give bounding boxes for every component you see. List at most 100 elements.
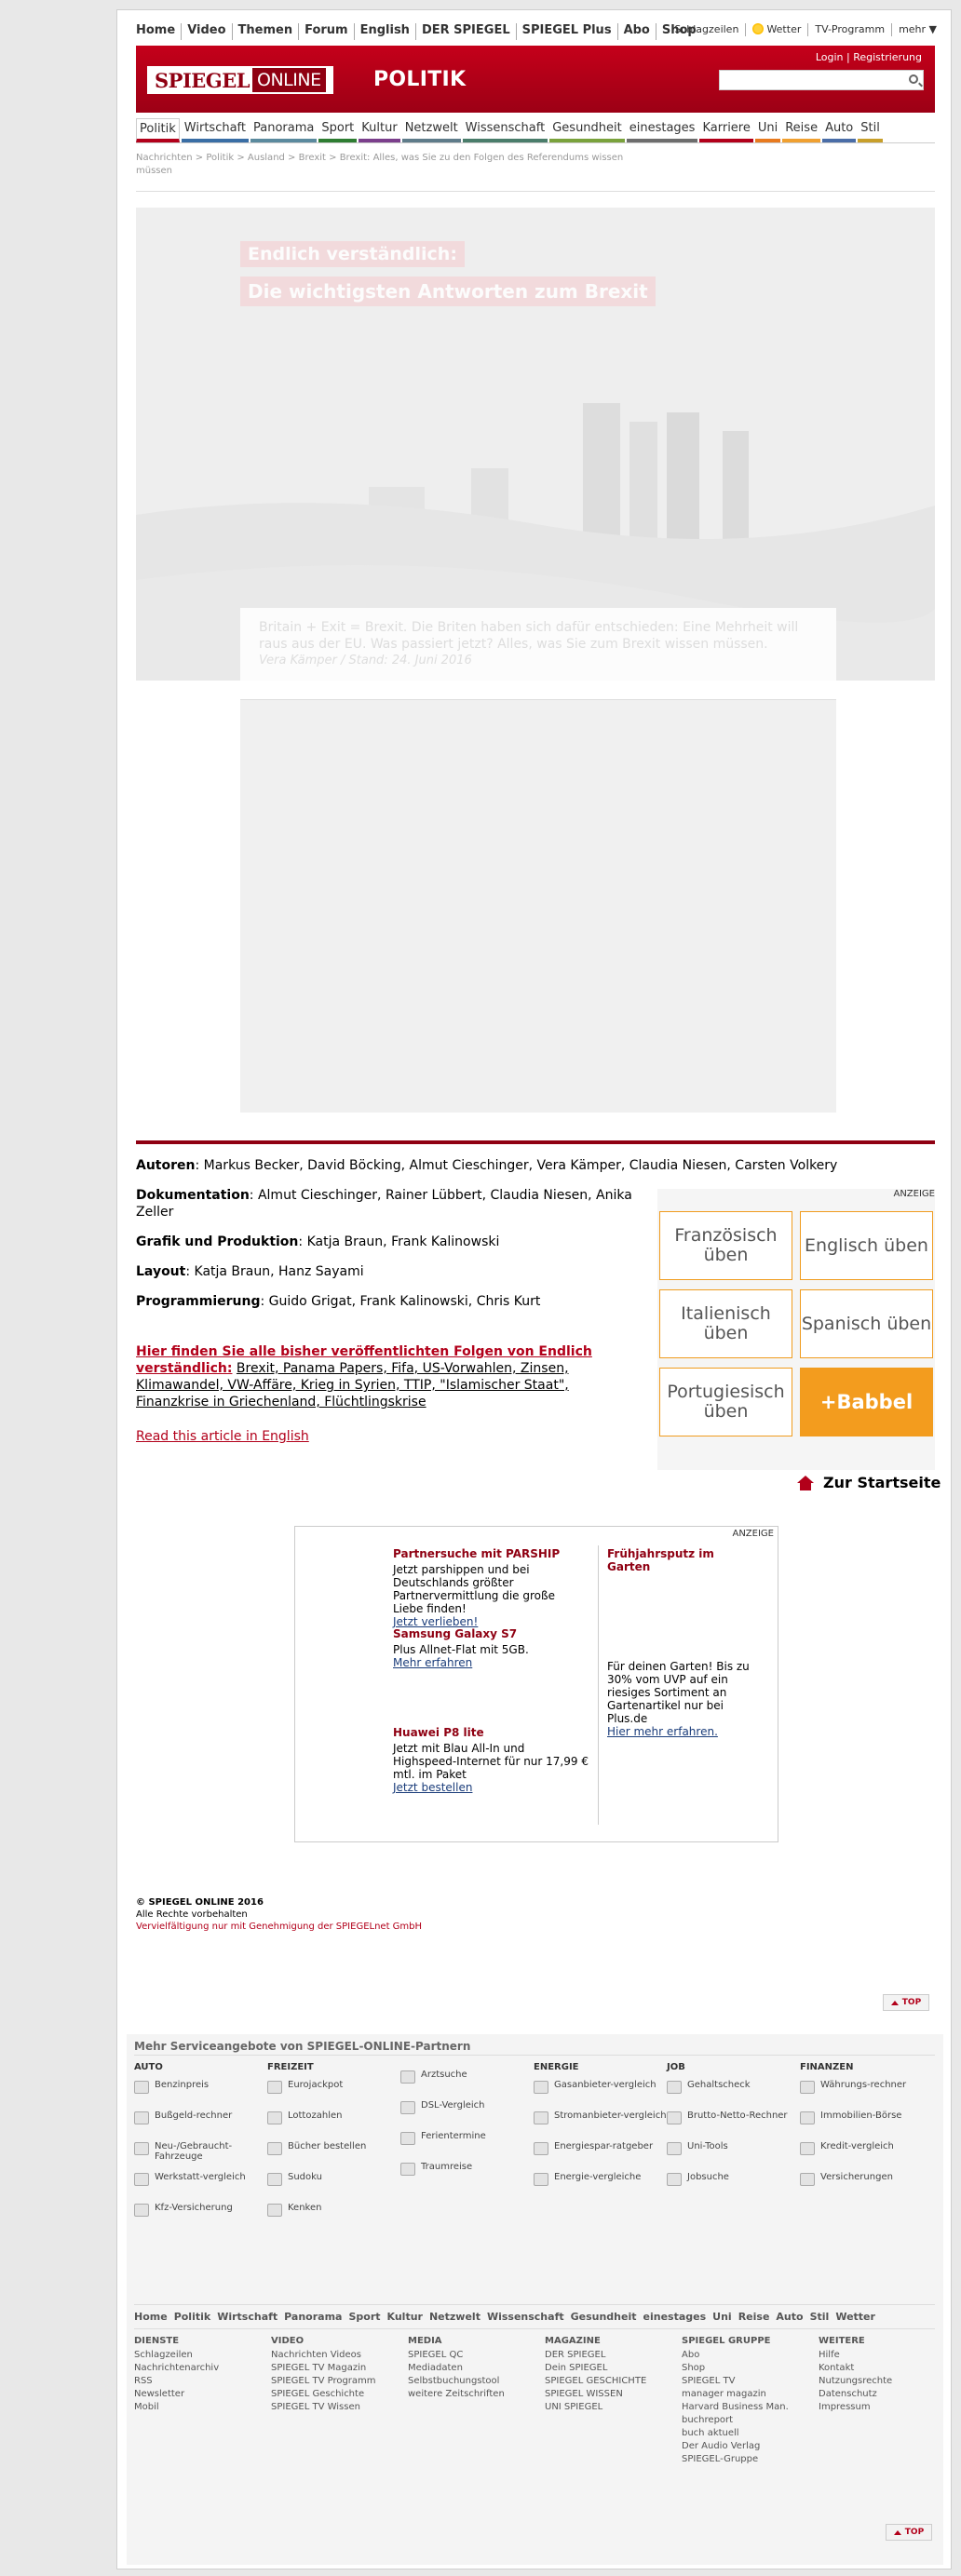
- spiegel-online-logo[interactable]: SPIEGEL ONLINE: [147, 66, 333, 94]
- bottomnav-item[interactable]: Reise: [738, 2311, 770, 2323]
- footer-link[interactable]: UNI SPIEGEL: [545, 2401, 682, 2414]
- bottomnav-item[interactable]: Wetter: [835, 2311, 875, 2323]
- service-item[interactable]: Währungs-rechner: [800, 2080, 933, 2111]
- bottomnav-item[interactable]: Politik: [174, 2311, 211, 2323]
- search-input[interactable]: [719, 70, 924, 90]
- service-item[interactable]: Energie-vergleiche: [534, 2172, 667, 2203]
- service-item[interactable]: Sudoku: [267, 2172, 400, 2203]
- service-item[interactable]: Traumreise: [400, 2162, 534, 2192]
- service-item[interactable]: Jobsuche: [667, 2172, 800, 2203]
- footer-link[interactable]: Datenschutz: [819, 2388, 955, 2401]
- footer-link[interactable]: buch aktuell: [682, 2427, 819, 2440]
- topnav-themen[interactable]: Themen: [233, 23, 300, 40]
- tab-auto[interactable]: Auto: [822, 118, 857, 142]
- footer-link[interactable]: Mobil: [134, 2401, 271, 2414]
- ad-link[interactable]: Jetzt verlieben!: [393, 1615, 478, 1628]
- topnav-der-spiegel[interactable]: DER SPIEGEL: [416, 23, 517, 40]
- service-item[interactable]: Kfz-Versicherung: [134, 2203, 267, 2233]
- footer-link[interactable]: SPIEGEL GESCHICHTE: [545, 2375, 682, 2388]
- tab-karriere[interactable]: Karriere: [699, 118, 753, 142]
- topnav-home[interactable]: Home: [136, 23, 183, 40]
- bottomnav-item[interactable]: Wissenschaft: [487, 2311, 564, 2323]
- topnav-abo[interactable]: Abo: [618, 23, 656, 40]
- footer-link[interactable]: Mediadaten: [408, 2362, 545, 2375]
- tab-reise[interactable]: Reise: [782, 118, 821, 142]
- service-item[interactable]: Immobilien-Börse: [800, 2111, 933, 2141]
- tab-netzwelt[interactable]: Netzwelt: [401, 118, 461, 142]
- embedded-content-area[interactable]: [240, 699, 836, 1113]
- footer-link[interactable]: SPIEGEL TV: [682, 2375, 819, 2388]
- ad-title[interactable]: Huawei P8 lite: [393, 1726, 589, 1739]
- tab-uni[interactable]: Uni: [754, 118, 781, 142]
- service-item[interactable]: Uni-Tools: [667, 2141, 800, 2172]
- bottomnav-item[interactable]: einestages: [643, 2311, 707, 2323]
- service-item[interactable]: Werkstatt-vergleich: [134, 2172, 267, 2203]
- footer-link[interactable]: SPIEGEL QC: [408, 2349, 545, 2362]
- home-link[interactable]: Zur Startseite: [797, 1474, 941, 1491]
- search-icon[interactable]: [909, 74, 918, 84]
- footer-link[interactable]: SPIEGEL-Gruppe: [682, 2453, 819, 2466]
- topnav-spiegel-plus[interactable]: SPIEGEL Plus: [517, 23, 618, 40]
- copyright-repro-link[interactable]: Vervielfältigung nur mit Genehmigung der…: [136, 1921, 422, 1933]
- tab-stil[interactable]: Stil: [858, 118, 883, 142]
- login-link[interactable]: Login | Registrierung: [816, 51, 922, 63]
- breadcrumb[interactable]: Nachrichten > Politik > Ausland > Brexit…: [136, 152, 657, 178]
- footer-link[interactable]: weitere Zeitschriften: [408, 2388, 545, 2401]
- tab-wirtschaft[interactable]: Wirtschaft: [181, 118, 249, 142]
- mehr-dropdown[interactable]: mehr ▼: [891, 23, 943, 36]
- babbel-english-button[interactable]: Englisch üben: [800, 1211, 933, 1280]
- ad-link[interactable]: Jetzt bestellen: [393, 1781, 472, 1794]
- bottomnav-item[interactable]: Kultur: [387, 2311, 423, 2323]
- tab-einestages[interactable]: einestages: [626, 118, 698, 142]
- tab-wissenschaft[interactable]: Wissenschaft: [462, 118, 548, 142]
- service-item[interactable]: DSL-Vergleich: [400, 2100, 534, 2131]
- bottomnav-item[interactable]: Stil: [810, 2311, 830, 2323]
- footer-link[interactable]: Nachrichten Videos: [271, 2349, 408, 2362]
- back-to-top-button[interactable]: TOP: [883, 1994, 929, 2011]
- wetter-link[interactable]: Wetter: [745, 23, 807, 36]
- footer-link[interactable]: Dein SPIEGEL: [545, 2362, 682, 2375]
- service-item[interactable]: Versicherungen: [800, 2172, 933, 2203]
- footer-link[interactable]: RSS: [134, 2375, 271, 2388]
- footer-link[interactable]: SPIEGEL Geschichte: [271, 2388, 408, 2401]
- footer-link[interactable]: Newsletter: [134, 2388, 271, 2401]
- service-item[interactable]: Eurojackpot: [267, 2080, 400, 2111]
- service-item[interactable]: Benzinpreis: [134, 2080, 267, 2111]
- back-to-top-button-bottom[interactable]: TOP: [886, 2524, 932, 2541]
- babbel-italian-button[interactable]: Italienisch üben: [659, 1289, 792, 1358]
- bottomnav-item[interactable]: Gesundheit: [571, 2311, 637, 2323]
- service-item[interactable]: Stromanbieter-vergleich: [534, 2111, 667, 2141]
- service-item[interactable]: Lottozahlen: [267, 2111, 400, 2141]
- babbel-portuguese-button[interactable]: Portugiesisch üben: [659, 1368, 792, 1436]
- service-item[interactable]: Kredit-vergleich: [800, 2141, 933, 2172]
- footer-link[interactable]: Kontakt: [819, 2362, 955, 2375]
- service-item[interactable]: Gasanbieter-vergleich: [534, 2080, 667, 2111]
- schlagzeilen-link[interactable]: Schlagzeilen: [668, 23, 745, 36]
- footer-link[interactable]: Schlagzeilen: [134, 2349, 271, 2362]
- footer-link[interactable]: Nutzungsrechte: [819, 2375, 955, 2388]
- footer-link[interactable]: manager magazin: [682, 2388, 819, 2401]
- tab-sport[interactable]: Sport: [318, 118, 358, 142]
- topnav-forum[interactable]: Forum: [299, 23, 355, 40]
- service-item[interactable]: Ferientermine: [400, 2131, 534, 2162]
- service-item[interactable]: Neu-/Gebraucht-Fahrzeuge: [134, 2141, 267, 2172]
- ad-title[interactable]: Partnersuche mit PARSHIP: [393, 1547, 589, 1560]
- service-item[interactable]: Gehaltscheck: [667, 2080, 800, 2111]
- footer-link[interactable]: SPIEGEL TV Magazin: [271, 2362, 408, 2375]
- bottomnav-item[interactable]: Wirtschaft: [217, 2311, 277, 2323]
- footer-link[interactable]: DER SPIEGEL: [545, 2349, 682, 2362]
- footer-link[interactable]: Shop: [682, 2362, 819, 2375]
- tv-programm-link[interactable]: TV-Programm: [807, 23, 891, 36]
- topnav-english[interactable]: English: [355, 23, 416, 40]
- footer-link[interactable]: buchreport: [682, 2414, 819, 2427]
- service-item[interactable]: Arztsuche: [400, 2070, 534, 2100]
- topnav-video[interactable]: Video: [182, 23, 233, 40]
- footer-link[interactable]: SPIEGEL TV Programm: [271, 2375, 408, 2388]
- tab-kultur[interactable]: Kultur: [359, 118, 400, 142]
- service-item[interactable]: Kenken: [267, 2203, 400, 2233]
- footer-link[interactable]: Hilfe: [819, 2349, 955, 2362]
- footer-link[interactable]: SPIEGEL TV Wissen: [271, 2401, 408, 2414]
- bottomnav-item[interactable]: Home: [134, 2311, 168, 2323]
- footer-link[interactable]: SPIEGEL WISSEN: [545, 2388, 682, 2401]
- bottomnav-item[interactable]: Uni: [712, 2311, 732, 2323]
